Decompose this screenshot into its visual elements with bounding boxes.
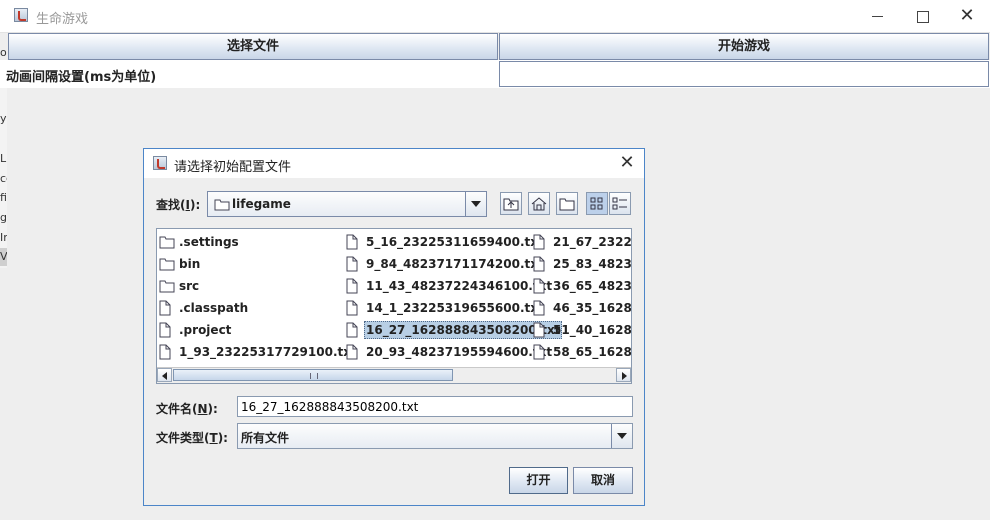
- close-button[interactable]: ✕: [944, 0, 990, 32]
- scrollbar-thumb[interactable]: [173, 369, 453, 381]
- file-list-item[interactable]: 46_35_162888: [531, 297, 632, 319]
- start-game-button[interactable]: 开始游戏: [499, 33, 989, 60]
- file-list-item[interactable]: 1_93_23225317729100.txt: [157, 341, 357, 363]
- filetype-value: 所有文件: [241, 431, 290, 445]
- file-name: 46_35_162888: [553, 301, 632, 315]
- dialog-title: 请选择初始配置文件: [174, 160, 292, 175]
- file-name: 58_65_162888: [553, 345, 632, 359]
- file-name: 25_83_482371: [553, 257, 632, 271]
- file-name: bin: [179, 257, 201, 271]
- chevron-down-icon[interactable]: [611, 424, 632, 448]
- scroll-right-icon[interactable]: [616, 368, 631, 382]
- home-icon: [531, 197, 547, 211]
- filetype-label: 文件类型(T):: [156, 431, 228, 445]
- java-app-icon: [14, 8, 28, 22]
- file-list-item[interactable]: 58_65_162888: [531, 341, 632, 363]
- list-view-button[interactable]: [586, 192, 608, 215]
- cancel-button[interactable]: 取消: [573, 467, 633, 494]
- file-name: 36_65_482372: [553, 279, 632, 293]
- edge-text: g: [0, 211, 7, 224]
- close-icon: ✕: [959, 5, 975, 26]
- file-icon: [159, 344, 171, 367]
- file-name: .settings: [179, 235, 239, 249]
- file-list[interactable]: .settings bin src .classpath .project 1_93_23…: [156, 228, 632, 384]
- file-list-item[interactable]: 51_40_162888: [531, 319, 632, 341]
- interval-row: 动画间隔设置(ms为单位): [0, 60, 990, 88]
- file-name: 1_93_23225317729100.txt: [179, 345, 357, 359]
- up-one-level-button[interactable]: [500, 192, 522, 215]
- select-file-button[interactable]: 选择文件: [8, 33, 498, 60]
- close-icon: ✕: [619, 152, 635, 173]
- file-list-column: 5_16_23225311659400.txt 9_84_482371711742…: [344, 231, 563, 363]
- file-list-item[interactable]: 16_27_162888843508200.txt: [344, 319, 563, 341]
- title-bar: 生命游戏 ✕: [0, 0, 990, 33]
- new-folder-button[interactable]: [556, 192, 578, 215]
- chevron-down-icon[interactable]: [465, 192, 486, 216]
- file-list-item[interactable]: .classpath: [157, 297, 343, 319]
- file-list-item[interactable]: .project: [157, 319, 343, 341]
- window-title: 生命游戏: [36, 12, 89, 27]
- home-button[interactable]: [528, 192, 550, 215]
- details-view-button[interactable]: [609, 192, 631, 215]
- dialog-close-button[interactable]: ✕: [610, 149, 644, 178]
- file-list-item[interactable]: 21_67_232253: [531, 231, 632, 253]
- file-name: 21_67_232253: [553, 235, 632, 249]
- file-name: src: [179, 279, 200, 293]
- folder-icon: [214, 199, 230, 211]
- edge-text: ys: [0, 112, 7, 125]
- edge-text: cc: [0, 172, 7, 185]
- file-name: .project: [179, 323, 232, 337]
- filetype-dropdown[interactable]: 所有文件: [237, 423, 633, 449]
- folder-up-icon: [503, 198, 519, 211]
- file-chooser-dialog: 请选择初始配置文件 ✕ 查找(I): lifegame .settings bin…: [143, 148, 645, 506]
- interval-label: 动画间隔设置(ms为单位): [6, 70, 157, 85]
- minimize-icon: [871, 16, 883, 17]
- file-list-item[interactable]: bin: [157, 253, 343, 275]
- file-name: 5_16_23225311659400.txt: [366, 235, 544, 249]
- file-list-item[interactable]: 20_93_48237195594600.txt: [344, 341, 552, 363]
- file-list-item[interactable]: .settings: [157, 231, 343, 253]
- file-name: .classpath: [179, 301, 249, 315]
- file-name: 9_84_48237171174200.txt: [366, 257, 544, 271]
- file-name: 14_1_23225319655600.txt: [366, 301, 544, 315]
- minimize-button[interactable]: [854, 0, 900, 32]
- list-view-icon: [590, 197, 603, 210]
- file-list-item[interactable]: 9_84_48237171174200.txt: [344, 253, 544, 275]
- edge-text: fil: [0, 191, 7, 204]
- file-list-column: .settings bin src .classpath .project 1_93_23…: [157, 231, 357, 363]
- look-in-label: 查找(I):: [156, 198, 201, 212]
- dialog-title-bar: 请选择初始配置文件 ✕: [144, 149, 644, 178]
- scroll-left-icon[interactable]: [157, 368, 172, 382]
- maximize-button[interactable]: [900, 0, 946, 32]
- new-folder-icon: [559, 198, 575, 211]
- filename-input[interactable]: [237, 396, 633, 417]
- file-list-item[interactable]: src: [157, 275, 343, 297]
- file-list-item[interactable]: 25_83_482371: [531, 253, 632, 275]
- file-icon: [533, 344, 545, 367]
- edge-text: V: [0, 250, 7, 263]
- file-list-item[interactable]: 14_1_23225319655600.txt: [344, 297, 544, 319]
- java-app-icon: [153, 156, 167, 170]
- file-name: 51_40_162888: [553, 323, 632, 337]
- look-in-value: lifegame: [232, 197, 291, 211]
- file-list-item[interactable]: 36_65_482372: [531, 275, 632, 297]
- filename-label: 文件名(N):: [156, 402, 218, 416]
- interval-input[interactable]: [499, 61, 989, 87]
- edge-text: o: [0, 46, 7, 59]
- horizontal-scrollbar[interactable]: [157, 367, 631, 383]
- file-name: 11_43_48237224346100.txt: [366, 279, 553, 293]
- edge-text: Li: [0, 152, 7, 165]
- details-view-icon: [612, 197, 627, 210]
- file-list-column: 21_67_232253 25_83_482371 36_65_482372 46_3…: [531, 231, 632, 363]
- look-in-dropdown[interactable]: lifegame: [207, 191, 487, 217]
- edge-text: Ir: [0, 231, 7, 244]
- file-list-item[interactable]: 5_16_23225311659400.txt: [344, 231, 544, 253]
- file-icon: [346, 344, 358, 367]
- file-name: 20_93_48237195594600.txt: [366, 345, 553, 359]
- file-list-item[interactable]: 11_43_48237224346100.txt: [344, 275, 552, 297]
- open-button[interactable]: 打开: [509, 467, 568, 494]
- maximize-icon: [917, 10, 929, 23]
